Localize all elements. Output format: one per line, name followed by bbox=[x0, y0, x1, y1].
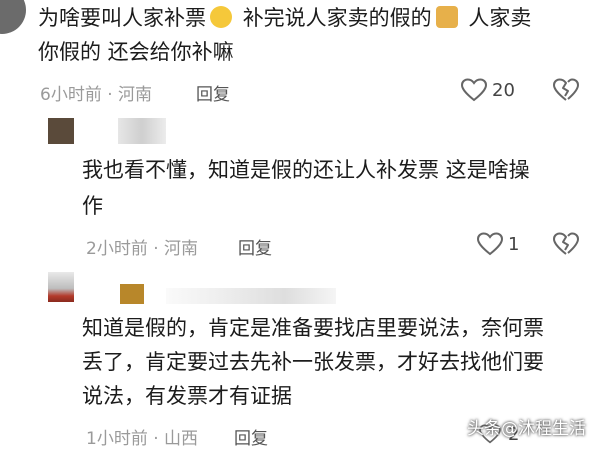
comment-text-part: 为啥要叫人家补票 bbox=[38, 6, 206, 30]
comment-text-line: 我也看不懂，知道是假的还让人补发票 这是啥操 bbox=[82, 158, 530, 182]
reply-button[interactable]: 回复 bbox=[196, 80, 230, 105]
reply-button[interactable]: 回复 bbox=[238, 234, 272, 259]
username-blurred[interactable] bbox=[118, 118, 166, 144]
watermark-text: 头条@沐程生活 bbox=[467, 419, 586, 439]
avatar[interactable] bbox=[48, 118, 74, 144]
reply-button[interactable]: 回复 bbox=[234, 424, 268, 449]
avatar[interactable] bbox=[48, 272, 74, 302]
comment-text-part: 补完说人家卖的假的 bbox=[242, 6, 432, 30]
comment-meta: 6小时前 · 河南 bbox=[40, 80, 152, 105]
comment-time: 1小时前 bbox=[86, 429, 148, 449]
like-button[interactable] bbox=[460, 78, 488, 102]
comment-meta: 2小时前 · 河南 bbox=[86, 234, 198, 259]
separator-dot: · bbox=[107, 85, 113, 105]
like-count: 20 bbox=[492, 80, 515, 101]
username-blurred[interactable] bbox=[120, 284, 144, 304]
broken-heart-icon bbox=[553, 232, 580, 255]
like-button[interactable] bbox=[476, 232, 504, 256]
comment-text-line: 作 bbox=[82, 194, 103, 218]
comment-text-line: 知道是假的，肯定是准备要找店里要说法，奈何票 bbox=[82, 316, 544, 340]
face-emoji-icon bbox=[210, 6, 232, 28]
comment-location: 河南 bbox=[118, 85, 153, 105]
username-blurred[interactable] bbox=[166, 288, 336, 304]
comment-text-line: 丢了，肯定要过去先补一张发票，才好去找他们要 bbox=[82, 350, 544, 374]
heart-icon bbox=[460, 78, 488, 102]
comment-text-part: 人家卖 bbox=[468, 6, 532, 30]
comment-time: 2小时前 bbox=[86, 239, 148, 259]
comment-time: 6小时前 bbox=[40, 85, 102, 105]
dislike-button[interactable] bbox=[552, 78, 580, 102]
separator-dot: · bbox=[153, 239, 159, 259]
comment-location: 河南 bbox=[164, 239, 199, 259]
comment-text-line: 说法，有发票才有证据 bbox=[82, 384, 292, 408]
avatar[interactable] bbox=[0, 0, 26, 34]
comment-meta: 1小时前 · 山西 bbox=[86, 424, 198, 449]
like-count: 1 bbox=[508, 234, 520, 255]
comment-text: 为啥要叫人家补票 补完说人家卖的假的 人家卖 bbox=[38, 2, 531, 35]
comment-text-line: 你假的 还会给你补嘛 bbox=[38, 40, 234, 64]
broken-heart-icon bbox=[553, 78, 580, 101]
cat-emoji-icon bbox=[435, 6, 458, 28]
heart-icon bbox=[476, 232, 504, 256]
dislike-button[interactable] bbox=[552, 232, 580, 256]
separator-dot: · bbox=[153, 429, 159, 449]
comment-location: 山西 bbox=[164, 429, 199, 449]
